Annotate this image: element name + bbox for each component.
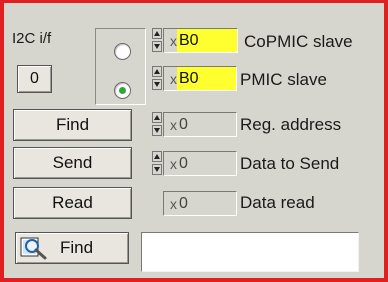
hex-radix-indicator: x: [170, 32, 177, 49]
data-read-field: x 0: [163, 191, 237, 216]
decrement-arrow-icon[interactable]: [152, 79, 162, 90]
pmic-slave-label: PMIC slave: [240, 70, 327, 89]
data-read-value: 0: [179, 194, 188, 212]
decrement-arrow-icon[interactable]: [152, 125, 162, 136]
data-read-label: Data read: [240, 193, 315, 212]
data-to-send-label: Data to Send: [240, 154, 340, 173]
copmic-slave-radio[interactable]: [114, 43, 131, 60]
search-text-field[interactable]: [141, 232, 359, 272]
pmic-slave-value[interactable]: B0: [177, 67, 236, 90]
pmic-slave-field[interactable]: x B0: [163, 66, 237, 91]
find-button[interactable]: Find: [13, 109, 132, 141]
decrement-arrow-icon[interactable]: [152, 164, 162, 175]
copmic-slave-value[interactable]: B0: [177, 29, 237, 52]
decrement-arrow-icon[interactable]: [152, 41, 162, 52]
i2c-if-label: I2C i/f: [12, 30, 52, 47]
send-button[interactable]: Send: [13, 147, 132, 179]
increment-arrow-icon[interactable]: [152, 151, 162, 162]
increment-arrow-icon[interactable]: [152, 66, 162, 77]
increment-arrow-icon[interactable]: [152, 28, 162, 39]
increment-arrow-icon[interactable]: [152, 112, 162, 123]
data-to-send-field[interactable]: x 0: [163, 151, 237, 176]
search-find-button[interactable]: Find: [15, 232, 129, 264]
read-button[interactable]: Read: [13, 187, 132, 219]
reg-address-label: Reg. address: [240, 115, 342, 134]
pmic-slave-radio[interactable]: [114, 82, 131, 99]
hex-radix-indicator: x: [170, 116, 177, 133]
search-find-label: Find: [60, 238, 94, 257]
copmic-slave-label: CoPMIC slave: [244, 32, 353, 51]
data-to-send-spinner[interactable]: [152, 151, 162, 176]
data-to-send-value[interactable]: 0: [177, 152, 236, 175]
copmic-slave-field[interactable]: x B0: [163, 28, 238, 53]
i2c-index-button[interactable]: 0: [17, 65, 52, 93]
reg-address-value[interactable]: 0: [177, 113, 236, 136]
radio-selected-dot: [119, 87, 126, 94]
reg-address-spinner[interactable]: [152, 112, 162, 137]
hex-radix-indicator: x: [170, 155, 177, 172]
hex-radix-indicator: x: [170, 70, 177, 87]
hex-radix-indicator: x: [170, 195, 177, 212]
magnifier-icon: [20, 237, 47, 260]
reg-address-field[interactable]: x 0: [163, 112, 237, 137]
i2c-control-panel: I2C i/f 0 x B0 CoPMIC slave x B0 PMIC sl…: [0, 0, 388, 282]
pmic-slave-spinner[interactable]: [152, 66, 162, 91]
slave-radio-group: [95, 28, 146, 105]
copmic-slave-spinner[interactable]: [152, 28, 162, 53]
